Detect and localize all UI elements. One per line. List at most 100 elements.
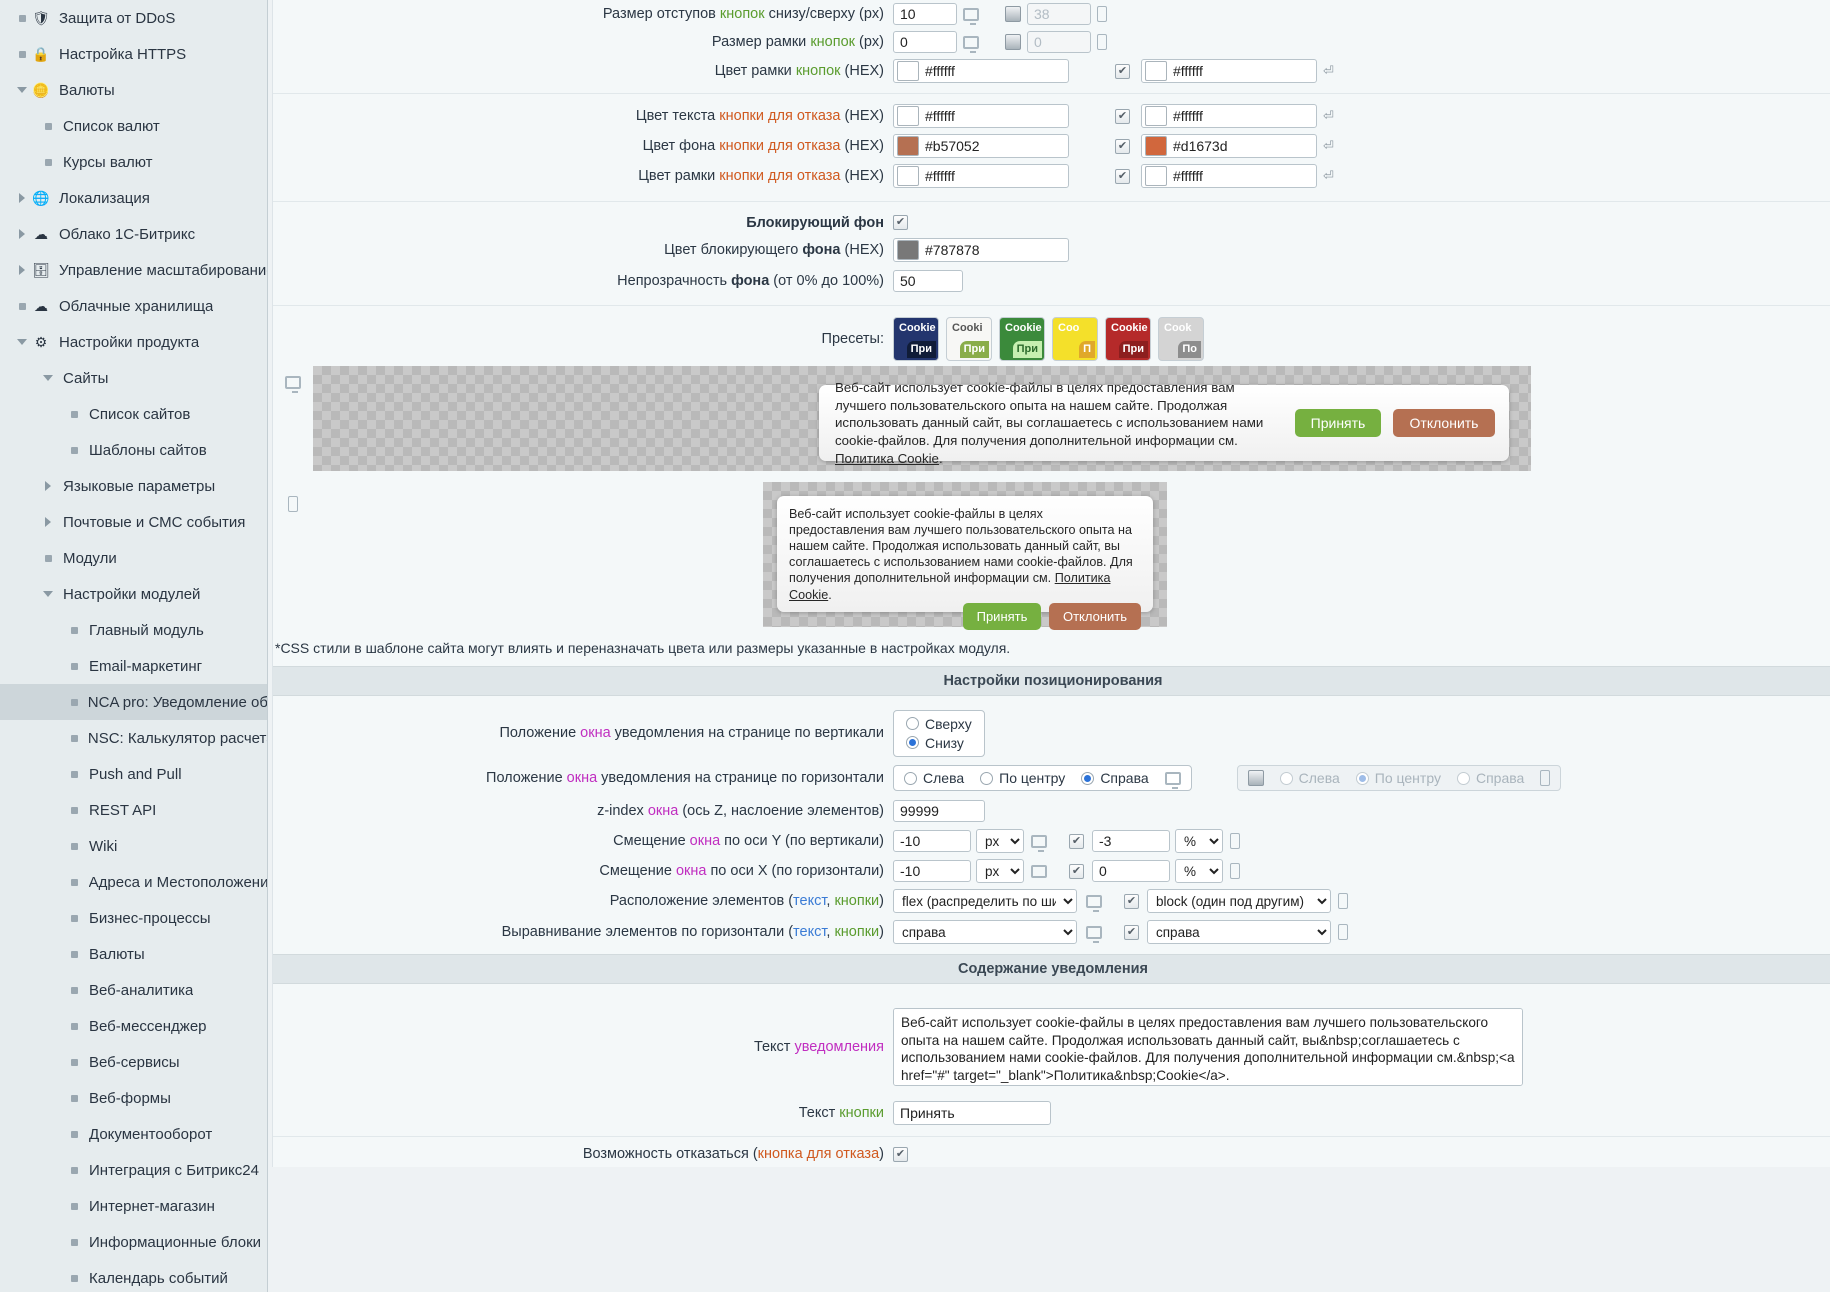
sidebar-item-31[interactable]: Документооборот xyxy=(0,1116,267,1152)
sidebar-item-6[interactable]: ☁ Облако 1С-Битрикс xyxy=(0,216,267,252)
sidebar-item-15[interactable]: Модули xyxy=(0,540,267,576)
color-swatch[interactable] xyxy=(897,136,919,156)
color-swatch[interactable] xyxy=(1145,136,1167,156)
mobile-toggle-button[interactable] xyxy=(1005,34,1021,50)
input-offset-y-mobile[interactable] xyxy=(1092,830,1170,852)
radio-horizontal-center-mobile[interactable]: По центру xyxy=(1355,770,1441,786)
mobile-toggle-button[interactable] xyxy=(1247,770,1264,786)
sidebar-item-18[interactable]: Email-маркетинг xyxy=(0,648,267,684)
select-offset-x-unit-desktop[interactable]: px xyxy=(976,859,1024,883)
accept-button-mobile[interactable]: Принять xyxy=(963,602,1041,630)
select-offset-y-unit-mobile[interactable]: % xyxy=(1175,829,1223,853)
color-swatch[interactable] xyxy=(897,61,919,81)
sidebar-item-32[interactable]: Интеграция с Битрикс24 xyxy=(0,1152,267,1188)
checkbox-mobile-decline-text[interactable] xyxy=(1115,108,1130,124)
preset-5[interactable]: Cook По xyxy=(1158,317,1204,361)
select-offset-y-unit-desktop[interactable]: px xyxy=(976,829,1024,853)
hex-input-decline-bg-desktop[interactable]: #b57052 xyxy=(893,134,1069,158)
sidebar-item-23[interactable]: Wiki xyxy=(0,828,267,864)
sidebar-item-10[interactable]: Сайты xyxy=(0,360,267,396)
decline-button-mobile[interactable]: Отклонить xyxy=(1049,602,1141,630)
hex-input-blocking-bg[interactable]: #787878 xyxy=(893,238,1069,262)
reset-icon[interactable]: ⏎ xyxy=(1323,63,1334,79)
sidebar-item-25[interactable]: Бизнес-процессы xyxy=(0,900,267,936)
radiogroup-horizontal-mobile[interactable]: Слева По центру Справа xyxy=(1236,765,1562,791)
checkbox-layout-mobile[interactable] xyxy=(1124,893,1139,909)
sidebar-item-21[interactable]: Push and Pull xyxy=(0,756,267,792)
radio-horizontal-center-desktop[interactable]: По центру xyxy=(980,770,1065,786)
radio-vertical-bottom[interactable]: Снизу xyxy=(906,735,964,751)
sidebar-item-4[interactable]: Курсы валют xyxy=(0,144,267,180)
sidebar[interactable]: 🛡 Защита от DDoS 🔒 Настройка HTTPS 🪙 Валюты Сп… xyxy=(0,0,268,1292)
collapse-twisty-icon[interactable] xyxy=(14,339,30,345)
input-zindex[interactable] xyxy=(893,800,985,822)
expand-twisty-icon[interactable] xyxy=(14,265,30,275)
mobile-toggle-button[interactable] xyxy=(1005,6,1021,22)
radio-horizontal-left-mobile[interactable]: Слева xyxy=(1279,770,1340,786)
sidebar-item-20[interactable]: NSC: Калькулятор расчета тов xyxy=(0,720,267,756)
hex-input-border-color-desktop[interactable]: #ffffff xyxy=(893,59,1069,83)
sidebar-item-9[interactable]: ⚙ Настройки продукта xyxy=(0,324,267,360)
checkbox-mobile-decline-border[interactable] xyxy=(1115,168,1130,184)
radiogroup-vertical-position[interactable]: Сверху Снизу xyxy=(893,709,985,757)
color-swatch[interactable] xyxy=(897,240,919,260)
checkbox-blocking-background[interactable] xyxy=(893,215,908,230)
input-offset-y-desktop[interactable] xyxy=(893,830,971,852)
hex-input-decline-border-mobile[interactable]: #ffffff xyxy=(1141,164,1317,188)
select-layout-mobile[interactable]: block (один под другим) xyxy=(1147,889,1331,913)
hex-input-decline-text-desktop[interactable]: #ffffff xyxy=(893,104,1069,128)
color-swatch[interactable] xyxy=(1145,106,1167,126)
textarea-notice-text[interactable]: Веб-сайт использует cookie-файлы в целях… xyxy=(893,1008,1523,1086)
sidebar-item-1[interactable]: 🔒 Настройка HTTPS xyxy=(0,36,267,72)
sidebar-item-24[interactable]: Адреса и Местоположения xyxy=(0,864,267,900)
checkbox-offset-x-mobile[interactable] xyxy=(1069,863,1084,879)
sidebar-item-11[interactable]: Список сайтов xyxy=(0,396,267,432)
input-button-text[interactable] xyxy=(893,1101,1051,1125)
accept-button-desktop[interactable]: Принять xyxy=(1295,409,1381,437)
reset-icon[interactable]: ⏎ xyxy=(1323,108,1334,124)
sidebar-item-0[interactable]: 🛡 Защита от DDoS xyxy=(0,0,267,36)
collapse-twisty-icon[interactable] xyxy=(40,375,56,381)
reset-icon[interactable]: ⏎ xyxy=(1323,138,1334,154)
preset-0[interactable]: Cookie При xyxy=(893,317,939,361)
sidebar-item-2[interactable]: 🪙 Валюты xyxy=(0,72,267,108)
sidebar-item-28[interactable]: Веб-мессенджер xyxy=(0,1008,267,1044)
select-layout-desktop[interactable]: flex (распределить по ширине) xyxy=(893,889,1077,913)
select-align-desktop[interactable]: справа xyxy=(893,920,1077,944)
radiogroup-horizontal-desktop[interactable]: Слева По центру Справа xyxy=(893,765,1192,791)
sidebar-item-34[interactable]: Информационные блоки xyxy=(0,1224,267,1260)
input-border-size-desktop[interactable] xyxy=(893,31,957,53)
sidebar-item-35[interactable]: Календарь событий xyxy=(0,1260,267,1292)
sidebar-item-8[interactable]: ☁ Облачные хранилища xyxy=(0,288,267,324)
decline-button-desktop[interactable]: Отклонить xyxy=(1393,409,1495,437)
sidebar-item-12[interactable]: Шаблоны сайтов xyxy=(0,432,267,468)
radio-horizontal-left-desktop[interactable]: Слева xyxy=(904,770,964,786)
expand-twisty-icon[interactable] xyxy=(14,193,30,203)
presets-list[interactable]: Cookie При Cooki При Cookie При Coo П Cookie При C… xyxy=(893,317,1204,361)
checkbox-mobile-decline-bg[interactable] xyxy=(1115,138,1130,154)
select-offset-x-unit-mobile[interactable]: % xyxy=(1175,859,1223,883)
checkbox-align-mobile[interactable] xyxy=(1124,924,1139,940)
input-offset-x-mobile[interactable] xyxy=(1092,860,1170,882)
sidebar-item-30[interactable]: Веб-формы xyxy=(0,1080,267,1116)
input-background-opacity[interactable] xyxy=(893,270,963,292)
reset-icon[interactable]: ⏎ xyxy=(1323,168,1334,184)
sidebar-item-5[interactable]: 🌐 Локализация xyxy=(0,180,267,216)
radio-horizontal-right-desktop[interactable]: Справа xyxy=(1081,770,1149,786)
preset-1[interactable]: Cooki При xyxy=(946,317,992,361)
checkbox-can-decline[interactable] xyxy=(893,1146,908,1162)
collapse-twisty-icon[interactable] xyxy=(40,591,56,597)
sidebar-item-17[interactable]: Главный модуль xyxy=(0,612,267,648)
sidebar-item-3[interactable]: Список валют xyxy=(0,108,267,144)
sidebar-item-14[interactable]: Почтовые и СМС события xyxy=(0,504,267,540)
color-swatch[interactable] xyxy=(1145,61,1167,81)
sidebar-item-29[interactable]: Веб-сервисы xyxy=(0,1044,267,1080)
preset-4[interactable]: Cookie При xyxy=(1105,317,1151,361)
preset-3[interactable]: Coo П xyxy=(1052,317,1098,361)
hex-input-border-color-mobile[interactable]: #ffffff xyxy=(1141,59,1317,83)
input-padding-desktop[interactable] xyxy=(893,3,957,25)
cookie-policy-link[interactable]: Политика Cookie xyxy=(835,451,939,466)
hex-input-decline-text-mobile[interactable]: #ffffff xyxy=(1141,104,1317,128)
color-swatch[interactable] xyxy=(897,106,919,126)
collapse-twisty-icon[interactable] xyxy=(14,87,30,93)
